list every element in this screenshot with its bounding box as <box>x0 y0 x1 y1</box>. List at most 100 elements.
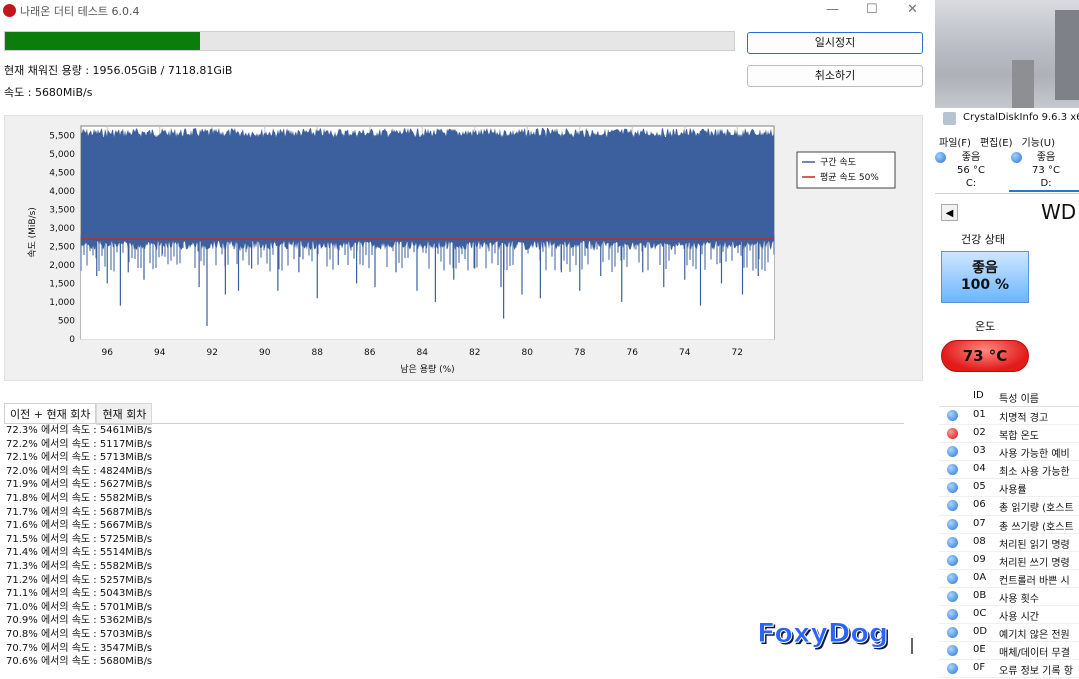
chart-legend: 구간 속도평균 속도 50% <box>796 151 896 189</box>
attribute-id: 09 <box>973 553 986 565</box>
attribute-id: 0F <box>973 662 986 674</box>
status-dot-icon <box>947 482 958 494</box>
minimize-icon[interactable]: — <box>826 2 839 17</box>
attribute-id: 0A <box>973 571 987 583</box>
drive-d-letter[interactable]: D: <box>1026 178 1066 190</box>
attribute-id: 04 <box>973 463 986 475</box>
x-tick-label: 82 <box>469 348 480 358</box>
drive-c-status[interactable]: 좋음 <box>951 152 991 164</box>
window-title: 나래온 더티 테스트 6.0.4 <box>20 5 140 18</box>
attribute-row[interactable]: 0E 매체/데이터 무결 <box>939 642 1079 661</box>
tab-current-round[interactable]: 현재 회차 <box>96 403 153 425</box>
attribute-id: 07 <box>973 517 986 529</box>
attribute-id: 03 <box>973 445 986 457</box>
y-tick-label: 2,000 <box>49 261 75 271</box>
attribute-name: 오류 정보 기록 항 <box>999 666 1073 678</box>
attribute-row[interactable]: 0F 오류 정보 기록 항 <box>939 660 1079 679</box>
maximize-icon[interactable]: ☐ <box>866 2 878 17</box>
prev-drive-button[interactable]: ◀ <box>941 204 958 221</box>
attribute-id: 08 <box>973 535 986 547</box>
attribute-row[interactable]: 08 처리된 읽기 명령 <box>939 534 1079 552</box>
attribute-row[interactable]: 01 치명적 경고 <box>939 407 1079 426</box>
menu-edit[interactable]: 편집(E) <box>980 138 1013 149</box>
log-line: 72.0% 에서의 속도 : 4824MiB/s <box>6 465 153 477</box>
crystaldiskinfo-app-icon <box>943 112 956 125</box>
status-dot-icon <box>947 518 958 530</box>
attribute-row[interactable]: 05 사용률 <box>939 479 1079 498</box>
x-tick-label: 92 <box>207 348 218 358</box>
attribute-name: 치명적 경고 <box>999 413 1049 424</box>
x-tick-label: 94 <box>154 348 166 358</box>
status-dot-icon <box>947 410 958 421</box>
y-tick-label: 4,500 <box>49 168 75 178</box>
attribute-row[interactable]: 03 사용 가능한 예비 <box>939 443 1079 462</box>
drive-model: WD <box>1041 200 1077 224</box>
x-tick-label: 86 <box>364 348 376 358</box>
attribute-row[interactable]: 09 처리된 쓰기 명령 <box>939 552 1079 570</box>
desktop-background <box>935 0 1079 108</box>
app-logo-icon <box>3 4 16 17</box>
menu-function[interactable]: 기능(U) <box>1022 138 1056 149</box>
attribute-row[interactable]: 02 복합 온도 <box>939 425 1079 444</box>
log-line: 72.2% 에서의 속도 : 5117MiB/s <box>6 438 153 450</box>
y-tick-label: 500 <box>58 316 75 326</box>
y-tick-label: 5,500 <box>49 131 75 141</box>
temperature-label: 온도 <box>975 320 996 333</box>
drive-d-status[interactable]: 좋음 <box>1026 152 1066 164</box>
column-name[interactable]: 특성 이름 <box>999 390 1039 405</box>
background-block <box>1055 10 1079 100</box>
foxydog-watermark: FoxyDog <box>756 618 889 650</box>
menu-file[interactable]: 파일(F) <box>939 138 971 149</box>
x-tick-label: 96 <box>102 348 114 358</box>
cancel-button[interactable]: 취소하기 <box>747 65 923 87</box>
column-id[interactable]: ID <box>973 390 984 401</box>
speed-text: 속도 : 5680MiB/s <box>4 86 93 99</box>
fill-progress-bar <box>4 31 735 51</box>
attribute-id: 0E <box>973 644 986 656</box>
attribute-row[interactable]: 04 최소 사용 가능한 <box>939 461 1079 480</box>
y-tick-label: 4,000 <box>49 187 75 197</box>
drive-d-temp[interactable]: 73 °C <box>1026 165 1066 177</box>
attribute-name: 총 읽기량 (호스트 <box>999 503 1074 515</box>
status-dot-icon <box>947 428 958 440</box>
attribute-table-header: ID 특성 이름 <box>939 386 1079 407</box>
y-axis-label: 속도 (MiB/s) <box>27 207 38 258</box>
attribute-row[interactable]: 0B 사용 횟수 <box>939 588 1079 607</box>
health-status: 좋음 <box>972 260 998 276</box>
tab-all-rounds[interactable]: 이전 + 현재 회차 <box>4 403 97 424</box>
attribute-row[interactable]: 0C 사용 시간 <box>939 606 1079 625</box>
close-icon[interactable]: ✕ <box>907 2 918 17</box>
x-tick-label: 72 <box>732 348 743 358</box>
log-line: 71.0% 에서의 속도 : 5701MiB/s <box>6 601 153 613</box>
log-line: 71.8% 에서의 속도 : 5582MiB/s <box>6 492 153 504</box>
attribute-id: 05 <box>973 481 986 493</box>
y-tick-label: 2,500 <box>49 242 75 252</box>
x-tick-label: 88 <box>312 348 324 358</box>
dirty-test-window: 나래온 더티 테스트 6.0.4 — ☐ ✕ 현재 채워진 용량 : 1956.… <box>0 0 935 679</box>
drive-d-status-icon[interactable] <box>1011 152 1022 163</box>
x-tick-label: 84 <box>417 348 429 358</box>
y-tick-label: 3,000 <box>49 224 75 234</box>
capacity-text: 현재 채워진 용량 : 1956.05GiB / 7118.81GiB <box>4 64 233 77</box>
attribute-row[interactable]: 0A 컨트롤러 바쁜 시 <box>939 570 1079 588</box>
drive-c-letter[interactable]: C: <box>951 178 991 190</box>
cdi-menu-bar: 파일(F) 편집(E) 기능(U) <box>939 134 1064 149</box>
legend-label-speed: 구간 속도 <box>820 157 856 168</box>
attribute-row[interactable]: 07 총 쓰기량 (호스트 <box>939 516 1079 534</box>
drive-c-temp[interactable]: 56 °C <box>951 165 991 177</box>
attribute-row[interactable]: 06 총 읽기량 (호스트 <box>939 497 1079 516</box>
attribute-row[interactable]: 0D 예기치 않은 전원 <box>939 624 1079 643</box>
y-tick-label: 1,000 <box>49 298 75 308</box>
pause-button[interactable]: 일시정지 <box>747 32 923 54</box>
drive-c-status-icon[interactable] <box>935 152 946 163</box>
log-line: 71.7% 에서의 속도 : 5687MiB/s <box>6 506 153 518</box>
attribute-name: 사용 횟수 <box>999 593 1039 605</box>
cdi-window-title: CrystalDiskInfo 9.6.3 x64 <box>963 112 1079 123</box>
status-dot-icon <box>947 645 958 657</box>
attribute-name: 복합 온도 <box>999 431 1039 443</box>
background-building <box>1012 60 1034 108</box>
status-dot-icon <box>947 464 958 476</box>
attribute-name: 예기치 않은 전원 <box>999 630 1070 642</box>
log-scrollbar[interactable] <box>911 638 913 654</box>
y-tick-label: 1,500 <box>49 279 75 289</box>
